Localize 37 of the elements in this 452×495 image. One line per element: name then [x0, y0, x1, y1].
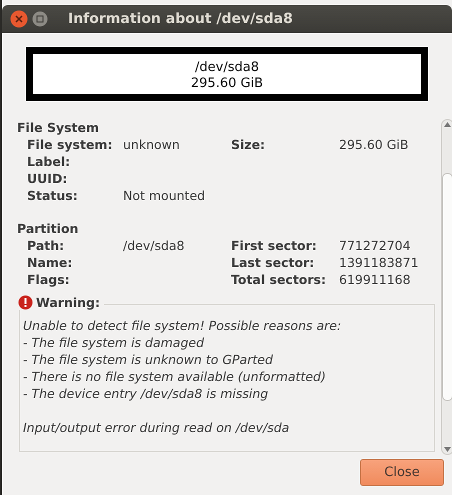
field-value: /dev/sda8: [123, 237, 186, 254]
warning-line: - There is no file system available (unformatted): [23, 368, 327, 385]
field-label: UUID:: [27, 170, 68, 187]
field-value: 1391183871: [339, 254, 420, 271]
field-label: Size:: [231, 136, 266, 153]
warning-line: - The device entry /dev/sda8 is missing: [23, 385, 270, 402]
scrollbar[interactable]: [441, 119, 452, 455]
error-message: Input/output error during read on /dev/sda: [23, 419, 290, 436]
warning-line: - The file system is damaged: [23, 334, 206, 351]
window-title: Information about /dev/sda8: [68, 11, 293, 27]
close-button[interactable]: Close: [360, 459, 444, 486]
close-icon[interactable]: [10, 10, 28, 28]
field-label: Path:: [27, 237, 66, 254]
field-label: Name:: [27, 254, 74, 271]
field-label: First sector:: [231, 237, 318, 254]
scroll-down-icon[interactable]: [444, 447, 451, 452]
warning-heading: Warning:: [36, 295, 100, 310]
error-icon: [18, 295, 33, 310]
field-label: Flags:: [27, 271, 71, 288]
field-label: File system:: [27, 136, 114, 153]
section-heading: File System: [17, 119, 100, 136]
field-value: 619911168: [339, 271, 412, 288]
field-label: Status:: [27, 187, 79, 204]
section-heading: Partition: [17, 220, 80, 237]
warning-line: - The file system is unknown to GParted: [23, 351, 274, 368]
warning-line: Unable to detect file system! Possible reasons are:: [23, 317, 342, 334]
maximize-icon[interactable]: [32, 11, 48, 27]
field-value: 295.60 GiB: [339, 136, 410, 153]
partition-path: /dev/sda8: [195, 60, 259, 76]
field-label: Label:: [27, 153, 72, 170]
field-label: Total sectors:: [231, 271, 327, 288]
field-label: Last sector:: [231, 254, 316, 271]
scroll-up-icon[interactable]: [444, 122, 451, 127]
field-value: unknown: [123, 136, 181, 153]
field-value: 771272704: [339, 237, 412, 254]
partition-size: 295.60 GiB: [190, 76, 264, 92]
field-value: Not mounted: [123, 187, 206, 204]
